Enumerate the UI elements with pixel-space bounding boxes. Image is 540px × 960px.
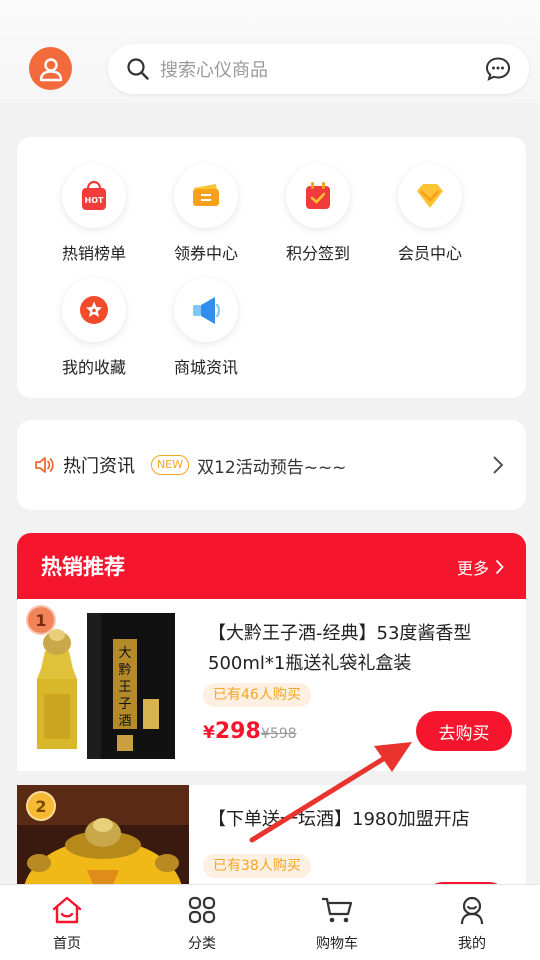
- quick-item-points-signin[interactable]: 积分签到: [268, 164, 368, 264]
- category-icon: [188, 896, 216, 924]
- svg-text:王: 王: [118, 680, 131, 695]
- svg-text:酒: 酒: [118, 714, 131, 729]
- star-icon: [80, 296, 108, 324]
- header: 搜索心仪商品: [0, 0, 540, 103]
- quick-item-label: 商城资讯: [173, 358, 238, 377]
- price-value: 298: [214, 719, 261, 744]
- app-page: 搜索心仪商品 HOT 热销榜单 领券中心 积分签到 会员中心 我的收藏 商城资讯…: [0, 0, 540, 960]
- tab-label: 购物车: [316, 936, 358, 952]
- search-icon: [127, 58, 149, 80]
- avatar[interactable]: [29, 47, 72, 90]
- new-badge: NEW: [151, 455, 190, 475]
- quick-item-hot-list[interactable]: HOT 热销榜单: [44, 164, 144, 264]
- rank-badge: 1: [26, 605, 56, 635]
- chevron-right-icon[interactable]: [492, 455, 504, 475]
- svg-text:黔: 黔: [118, 663, 131, 678]
- quick-item-label: 积分签到: [285, 244, 350, 263]
- product-card[interactable]: 大 黔 王 子 酒 1 【大黔王子酒-经典】53度酱香型500ml*1瓶送礼袋礼…: [17, 599, 526, 771]
- chat-icon[interactable]: [485, 56, 511, 82]
- product-image[interactable]: 2: [17, 785, 189, 895]
- product-card[interactable]: 2 【下单送一坛酒】1980加盟开店 已有38人购买: [17, 785, 526, 902]
- quick-item-mall-news[interactable]: 商城资讯: [156, 278, 256, 378]
- quick-item-label: 领券中心: [173, 244, 238, 263]
- tab-cart[interactable]: 购物车: [297, 895, 377, 953]
- currency-symbol: ¥: [203, 723, 215, 743]
- quick-item-label: 我的收藏: [61, 358, 126, 377]
- tab-label: 我的: [458, 936, 486, 952]
- sold-count-badge: 已有38人购买: [203, 854, 311, 878]
- quick-item-member-center[interactable]: 会员中心: [380, 164, 480, 264]
- buy-button[interactable]: 去购买: [416, 711, 512, 751]
- tab-home[interactable]: 首页: [27, 895, 107, 953]
- tab-label: 首页: [53, 936, 81, 952]
- search-placeholder[interactable]: 搜索心仪商品: [160, 56, 268, 82]
- quick-item-label: 热销榜单: [61, 244, 126, 263]
- section-title: 热销推荐: [41, 555, 125, 579]
- quick-item-label: 会员中心: [397, 244, 462, 263]
- svg-text:子: 子: [118, 697, 131, 712]
- bottom-tab-bar: 首页 分类 购物车 我的: [0, 884, 540, 960]
- product-price: ¥298: [203, 719, 261, 744]
- coupon-icon: [193, 184, 219, 206]
- cart-icon: [322, 897, 353, 923]
- news-text[interactable]: 双12活动预告~~~: [197, 453, 346, 478]
- speaker-icon: [35, 457, 54, 473]
- tab-category[interactable]: 分类: [162, 895, 242, 953]
- calendar-check-icon: [306, 182, 330, 209]
- tab-profile[interactable]: 我的: [432, 895, 512, 953]
- product-name[interactable]: 【大黔王子酒-经典】53度酱香型500ml*1瓶送礼袋礼盒装: [208, 619, 513, 679]
- quick-item-favorites[interactable]: 我的收藏: [44, 278, 144, 378]
- hot-recommend-header: 热销推荐 更多: [17, 533, 526, 599]
- original-price: ¥598: [261, 726, 297, 742]
- home-icon: [52, 896, 82, 924]
- quick-item-coupon-center[interactable]: 领券中心: [156, 164, 256, 264]
- more-label: 更多: [456, 559, 489, 578]
- hot-news-bar[interactable]: 热门资讯 NEW 双12活动预告~~~: [17, 420, 526, 510]
- hot-bag-icon: HOT: [82, 180, 106, 210]
- chevron-right-icon: [495, 559, 504, 575]
- sold-count-badge: 已有46人购买: [203, 683, 311, 707]
- svg-text:HOT: HOT: [85, 196, 104, 205]
- news-title: 热门资讯: [63, 456, 135, 477]
- rank-badge: 2: [26, 791, 56, 821]
- quick-access-card: HOT 热销榜单 领券中心 积分签到 会员中心 我的收藏 商城资讯: [17, 137, 526, 398]
- profile-icon: [460, 896, 484, 925]
- product-name[interactable]: 【下单送一坛酒】1980加盟开店: [208, 805, 513, 835]
- diamond-icon: [417, 184, 443, 208]
- search-bar[interactable]: 搜索心仪商品: [108, 44, 529, 94]
- tab-label: 分类: [188, 936, 216, 952]
- product-image[interactable]: 大 黔 王 子 酒 1: [17, 599, 189, 771]
- svg-text:大: 大: [118, 646, 131, 661]
- more-link[interactable]: 更多: [457, 555, 504, 579]
- user-icon: [39, 57, 62, 81]
- megaphone-icon: [193, 297, 220, 324]
